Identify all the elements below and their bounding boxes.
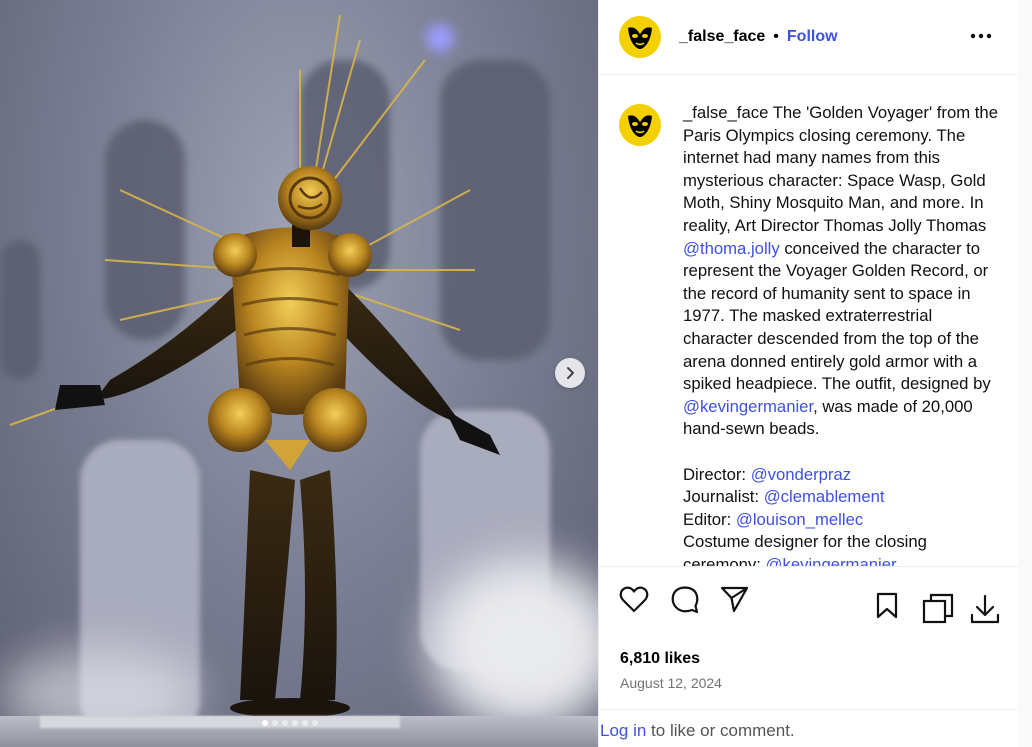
bookmark-icon (876, 592, 898, 619)
more-horizontal-icon (970, 33, 992, 39)
carousel-dot (312, 720, 318, 726)
comment-button[interactable] (670, 585, 700, 620)
credit-label: Director: (683, 464, 751, 484)
carousel-dot (292, 720, 298, 726)
send-icon (720, 586, 749, 613)
mention-link[interactable]: @clemablement (764, 487, 885, 506)
post-date: August 12, 2024 (620, 675, 722, 691)
mention-link[interactable]: @kevingermanier (683, 397, 813, 416)
false-face-logo-icon (628, 115, 652, 137)
login-link[interactable]: Log in (600, 721, 646, 740)
copy-icon (922, 593, 954, 624)
caption-text-part: conceived the character to represent the… (683, 238, 991, 394)
golden-costume-figure (9, 14, 500, 718)
like-button[interactable] (619, 585, 649, 618)
caption-username[interactable]: _false_face (683, 103, 768, 122)
action-bar (599, 566, 1019, 646)
credits-list: Director: @vonderpraz Journalist: @clema… (683, 464, 999, 567)
chevron-right-icon (567, 367, 574, 379)
comments-section[interactable]: _false_face The 'Golden Voyager' from th… (599, 76, 1019, 566)
credit-line: Director: @vonderpraz (683, 464, 999, 487)
download-icon (970, 594, 1000, 624)
carousel-dot (302, 720, 308, 726)
caption-avatar[interactable] (619, 104, 661, 146)
login-text: to like or comment. (646, 721, 795, 740)
carousel-indicator (262, 720, 318, 726)
credit-label: Editor: (683, 509, 736, 529)
carousel-dot (282, 720, 288, 726)
post-image[interactable] (0, 0, 598, 747)
avatar[interactable] (619, 16, 661, 58)
false-face-logo-icon (628, 27, 652, 49)
likes-count[interactable]: 6,810 likes (620, 650, 700, 668)
credit-line: Editor: @louison_mellec (683, 509, 999, 532)
copy-button[interactable] (922, 593, 954, 630)
caption-text: _false_face The 'Golden Voyager' from th… (683, 102, 999, 566)
save-button[interactable] (875, 592, 899, 625)
follow-button[interactable]: Follow (787, 28, 838, 46)
more-options-button[interactable] (970, 26, 992, 44)
login-prompt: Log in to like or comment. (599, 709, 1019, 747)
header-separator: • (773, 28, 779, 45)
mention-link[interactable]: @thoma.jolly (683, 239, 780, 258)
caption-row: _false_face The 'Golden Voyager' from th… (619, 102, 999, 566)
share-button[interactable] (720, 585, 750, 618)
scrollbar[interactable] (1018, 0, 1032, 747)
credit-line: Journalist: @clemablement (683, 486, 999, 509)
mention-link[interactable]: @louison_mellec (736, 510, 863, 529)
mention-link[interactable]: @kevingermanier (766, 555, 897, 566)
credit-line: Costume designer for the closing ceremon… (683, 531, 999, 566)
caption-text-part: The 'Golden Voyager' from the Paris Olym… (683, 103, 998, 235)
credit-label: Journalist: (683, 487, 764, 507)
post-header: _false_face • Follow (599, 0, 1018, 75)
mention-link[interactable]: @vonderpraz (751, 465, 851, 484)
post-panel: _false_face • Follow _false_face The 'Go… (598, 0, 1019, 747)
carousel-next-button[interactable] (555, 358, 585, 388)
stage-platform (40, 716, 400, 728)
carousel-dot (272, 720, 278, 726)
carousel-dot (262, 720, 268, 726)
heart-icon (619, 586, 649, 613)
comment-icon (671, 586, 699, 614)
download-button[interactable] (969, 593, 1001, 630)
header-username[interactable]: _false_face (679, 28, 765, 46)
